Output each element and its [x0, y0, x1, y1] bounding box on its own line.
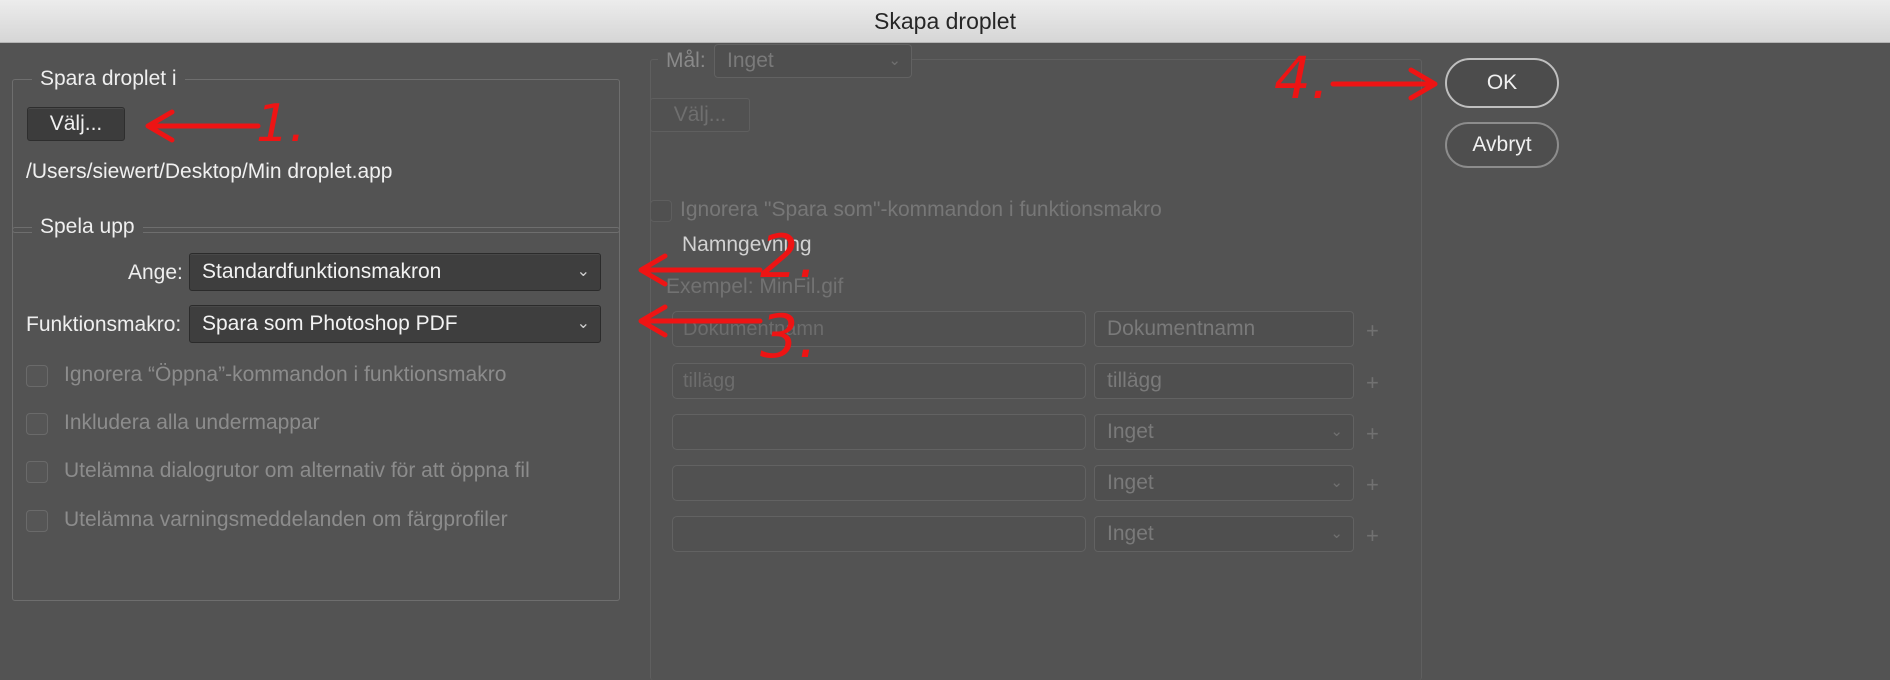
arrow-3 — [638, 304, 763, 338]
arrow-4 — [1330, 67, 1438, 101]
annotation-4: 4. — [1274, 44, 1330, 112]
annotation-2: 2. — [760, 222, 818, 292]
arrow-2 — [638, 253, 763, 287]
annotation-3: 3. — [760, 302, 818, 372]
annotation-1: 1. — [256, 94, 306, 154]
arrow-1 — [145, 109, 261, 143]
